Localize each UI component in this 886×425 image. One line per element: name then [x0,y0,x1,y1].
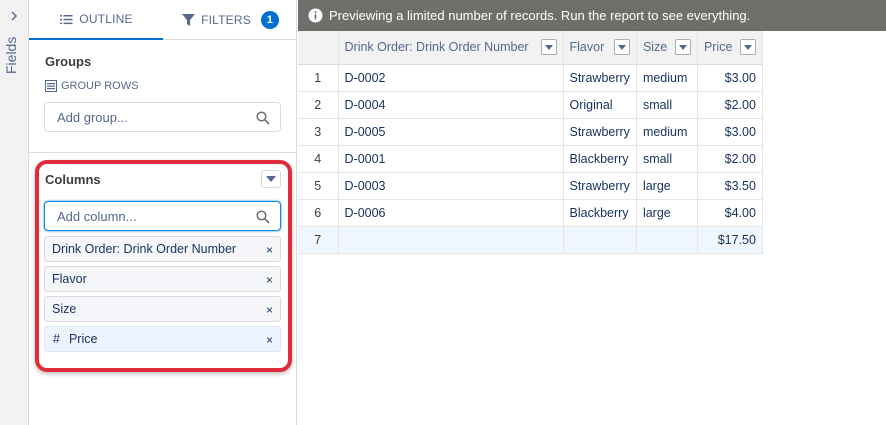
row-number: 5 [298,172,339,200]
total-empty-cell [636,226,698,254]
column-pill[interactable]: Size × [44,296,281,322]
tab-outline-label: OUTLINE [79,12,133,26]
remove-column-icon[interactable]: × [266,333,273,347]
size-cell: medium [636,64,698,92]
add-column-input[interactable]: Add column... [44,201,281,231]
report-builder-panel: OUTLINE FILTERS 1 Groups GROUP ROWS Add … [29,0,297,425]
info-icon [308,8,323,23]
preview-banner: Previewing a limited number of records. … [298,0,886,31]
column-pill-label: Drink Order: Drink Order Number [52,242,237,256]
order-number-cell: D-0001 [338,145,564,173]
total-empty-cell [563,226,637,254]
list-icon [59,13,73,25]
row-number: 4 [298,145,339,173]
order-number-cell: D-0005 [338,118,564,146]
search-icon [256,210,270,224]
group-rows-label: GROUP ROWS [45,80,138,92]
price-cell: $2.00 [697,91,763,119]
column-pill[interactable]: Drink Order: Drink Order Number × [44,236,281,262]
order-number-cell: D-0003 [338,172,564,200]
column-header-label: Price [703,40,733,55]
remove-column-icon[interactable]: × [266,243,273,257]
chevron-down-icon[interactable] [540,39,557,56]
column-header-label: Flavor [569,40,605,55]
search-icon [256,111,270,125]
chevron-down-icon[interactable] [739,39,756,56]
row-number: 2 [298,91,339,119]
columns-menu-button[interactable] [261,170,281,188]
row-number: 1 [298,64,339,92]
column-pill-label: Price [68,332,98,346]
size-cell: small [636,91,698,119]
groups-title: Groups [45,54,92,69]
tab-outline[interactable]: OUTLINE [29,0,163,40]
column-pill[interactable]: # Price × [44,326,281,352]
table-header-row: Drink Order: Drink Order Number Flavor S… [298,31,763,65]
size-cell: large [636,172,698,200]
column-header[interactable]: Drink Order: Drink Order Number [338,31,564,65]
size-cell: medium [636,118,698,146]
row-number-header [298,31,339,65]
section-divider [29,152,297,153]
flavor-cell: Strawberry [563,118,637,146]
fields-rail[interactable]: Fields [0,0,29,425]
row-number: 7 [298,226,339,254]
column-header[interactable]: Flavor [563,31,637,65]
column-header-label: Size [642,40,668,55]
price-cell: $3.50 [697,172,763,200]
price-cell: $3.00 [697,64,763,92]
chevron-down-icon[interactable] [613,39,630,56]
total-empty-cell [338,226,564,254]
price-cell: $2.00 [697,145,763,173]
remove-column-icon[interactable]: × [266,273,273,287]
flavor-cell: Original [563,91,637,119]
order-number-cell: D-0004 [338,91,564,119]
row-number: 6 [298,199,339,227]
total-row: 7 $17.50 [298,226,763,254]
table-row: 6 D-0006 Blackberry large $4.00 [298,199,763,227]
panel-tabs: OUTLINE FILTERS 1 [29,0,297,40]
tab-filters[interactable]: FILTERS 1 [163,0,297,40]
column-pill[interactable]: Flavor × [44,266,281,292]
flavor-cell: Strawberry [563,64,637,92]
size-cell: large [636,199,698,227]
columns-title: Columns [45,172,101,187]
filters-count-badge: 1 [260,11,279,29]
price-cell: $4.00 [697,199,763,227]
flavor-cell: Blackberry [563,199,637,227]
report-table: Drink Order: Drink Order Number Flavor S… [298,31,763,254]
total-price-cell: $17.50 [697,226,763,254]
column-pill-label: Flavor [52,272,87,286]
report-preview: Previewing a limited number of records. … [298,0,886,425]
chevron-down-icon [266,176,276,182]
preview-banner-text: Previewing a limited number of records. … [329,8,751,23]
column-pill-label: Size [52,302,77,316]
order-number-cell: D-0002 [338,64,564,92]
remove-column-icon[interactable]: × [266,303,273,317]
table-row: 1 D-0002 Strawberry medium $3.00 [298,64,763,92]
row-number: 3 [298,118,339,146]
flavor-cell: Blackberry [563,145,637,173]
column-header-label: Drink Order: Drink Order Number [344,40,529,55]
table-row: 5 D-0003 Strawberry large $3.50 [298,172,763,200]
order-number-cell: D-0006 [338,199,564,227]
filter-icon [181,14,195,26]
chevron-down-icon[interactable] [674,39,691,56]
size-cell: small [636,145,698,173]
number-type-icon: # [53,332,60,346]
table-row: 4 D-0001 Blackberry small $2.00 [298,145,763,173]
table-row: 2 D-0004 Original small $2.00 [298,91,763,119]
tab-filters-label: FILTERS [201,13,251,27]
add-column-placeholder: Add column... [57,208,137,224]
group-rows-text: GROUP ROWS [61,80,139,92]
flavor-cell: Strawberry [563,172,637,200]
column-header[interactable]: Size [636,31,698,65]
price-cell: $3.00 [697,118,763,146]
add-group-input[interactable]: Add group... [44,102,281,132]
group-rows-icon [45,80,57,92]
add-group-placeholder: Add group... [57,109,128,125]
fields-rail-label: Fields [3,36,19,74]
column-header[interactable]: Price [697,31,763,65]
table-row: 3 D-0005 Strawberry medium $3.00 [298,118,763,146]
